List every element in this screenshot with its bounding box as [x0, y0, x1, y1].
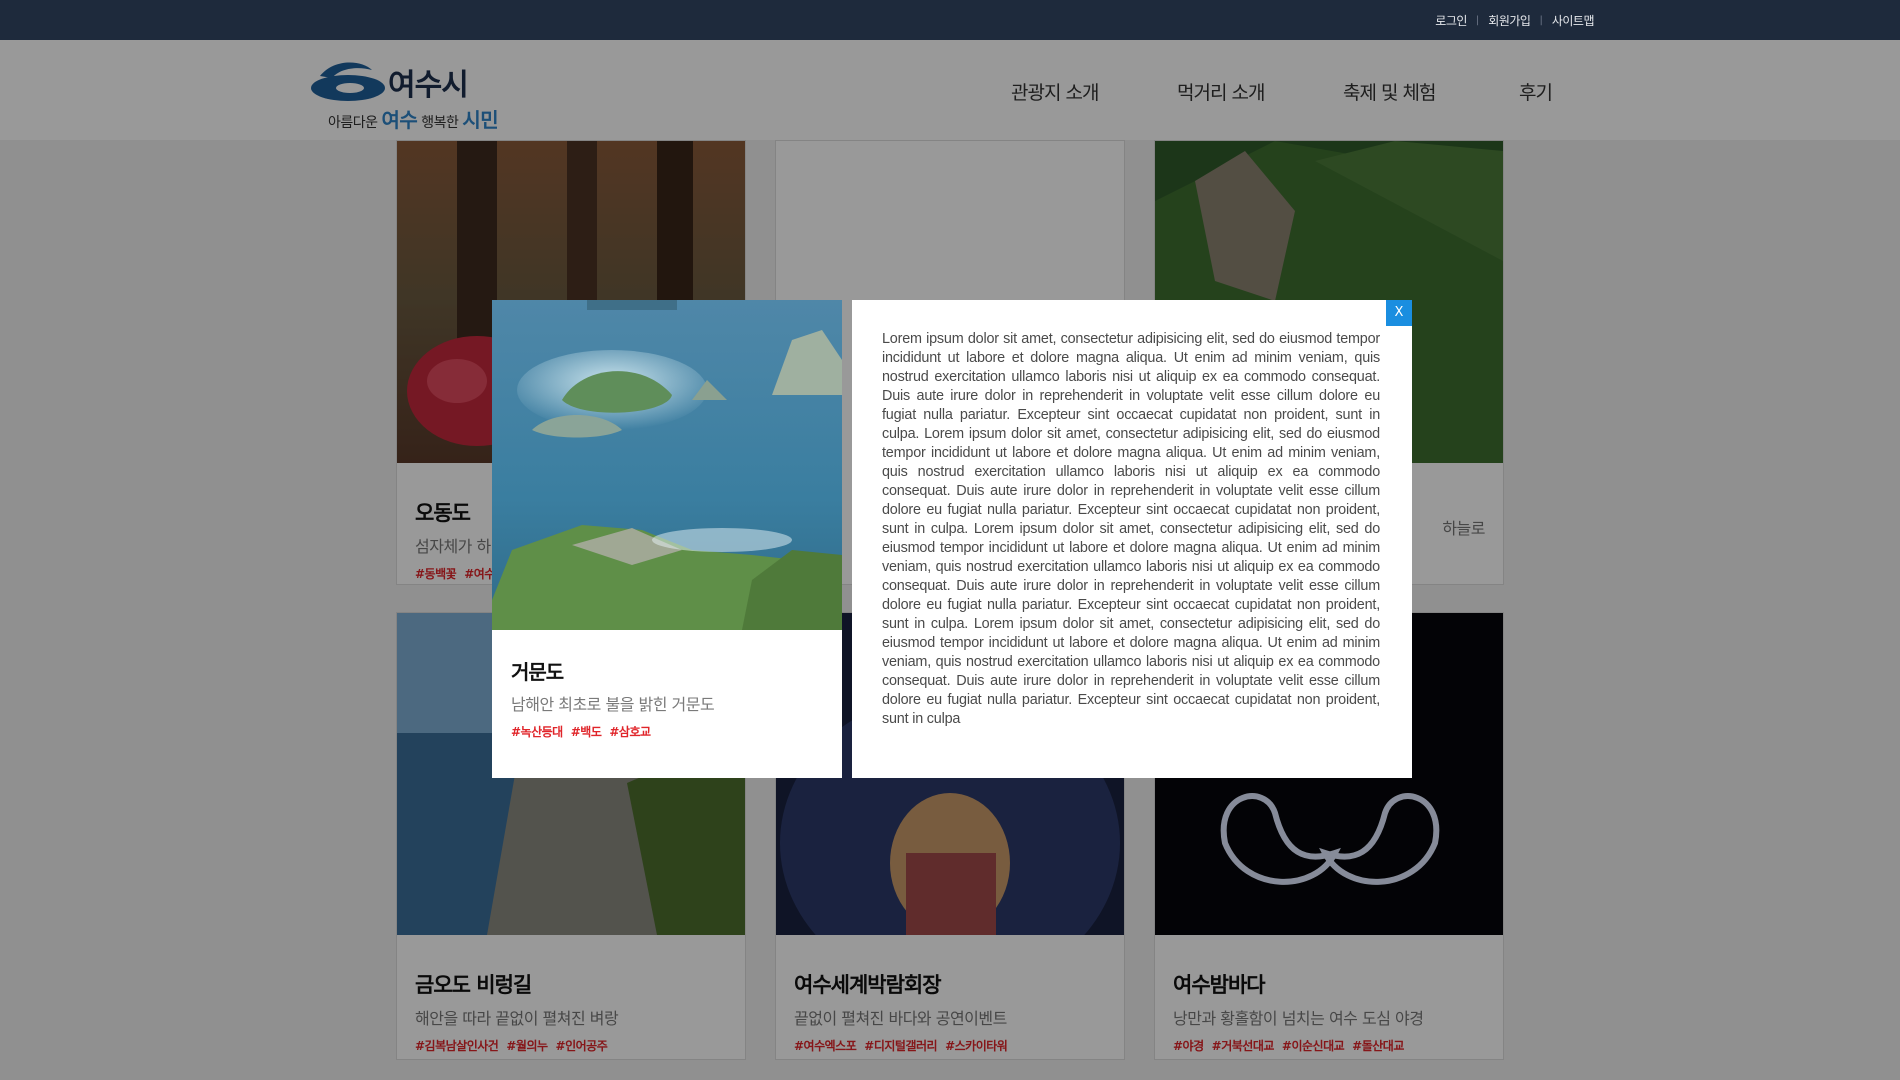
- join-link[interactable]: 회원가입: [1488, 12, 1531, 29]
- modal-card: 거문도 남해안 최초로 불을 밝힌 거문도 #녹산등대 #백도 #삼호교: [492, 300, 842, 778]
- modal-tags: #녹산등대 #백도 #삼호교: [511, 723, 823, 740]
- modal-title: 거문도: [511, 660, 564, 684]
- utility-bar: 로그인 | 회원가입 | 사이트맵: [0, 0, 1900, 40]
- modal-subtitle: 남해안 최초로 불을 밝힌 거문도: [511, 695, 715, 714]
- tag[interactable]: #녹산등대: [511, 725, 563, 739]
- sitemap-link[interactable]: 사이트맵: [1552, 12, 1595, 29]
- tag[interactable]: #백도: [571, 725, 602, 739]
- util-divider: |: [1475, 14, 1480, 26]
- modal-description: Lorem ipsum dolor sit amet, consectetur …: [882, 331, 1380, 727]
- util-divider: |: [1539, 14, 1543, 26]
- modal-text-panel: X Lorem ipsum dolor sit amet, consectetu…: [852, 300, 1412, 778]
- login-link[interactable]: 로그인: [1435, 12, 1467, 29]
- utility-nav: 로그인 | 회원가입 | 사이트맵: [1435, 0, 1594, 40]
- modal-image: [492, 300, 842, 630]
- close-button[interactable]: X: [1386, 300, 1412, 326]
- tag[interactable]: #삼호교: [609, 725, 651, 739]
